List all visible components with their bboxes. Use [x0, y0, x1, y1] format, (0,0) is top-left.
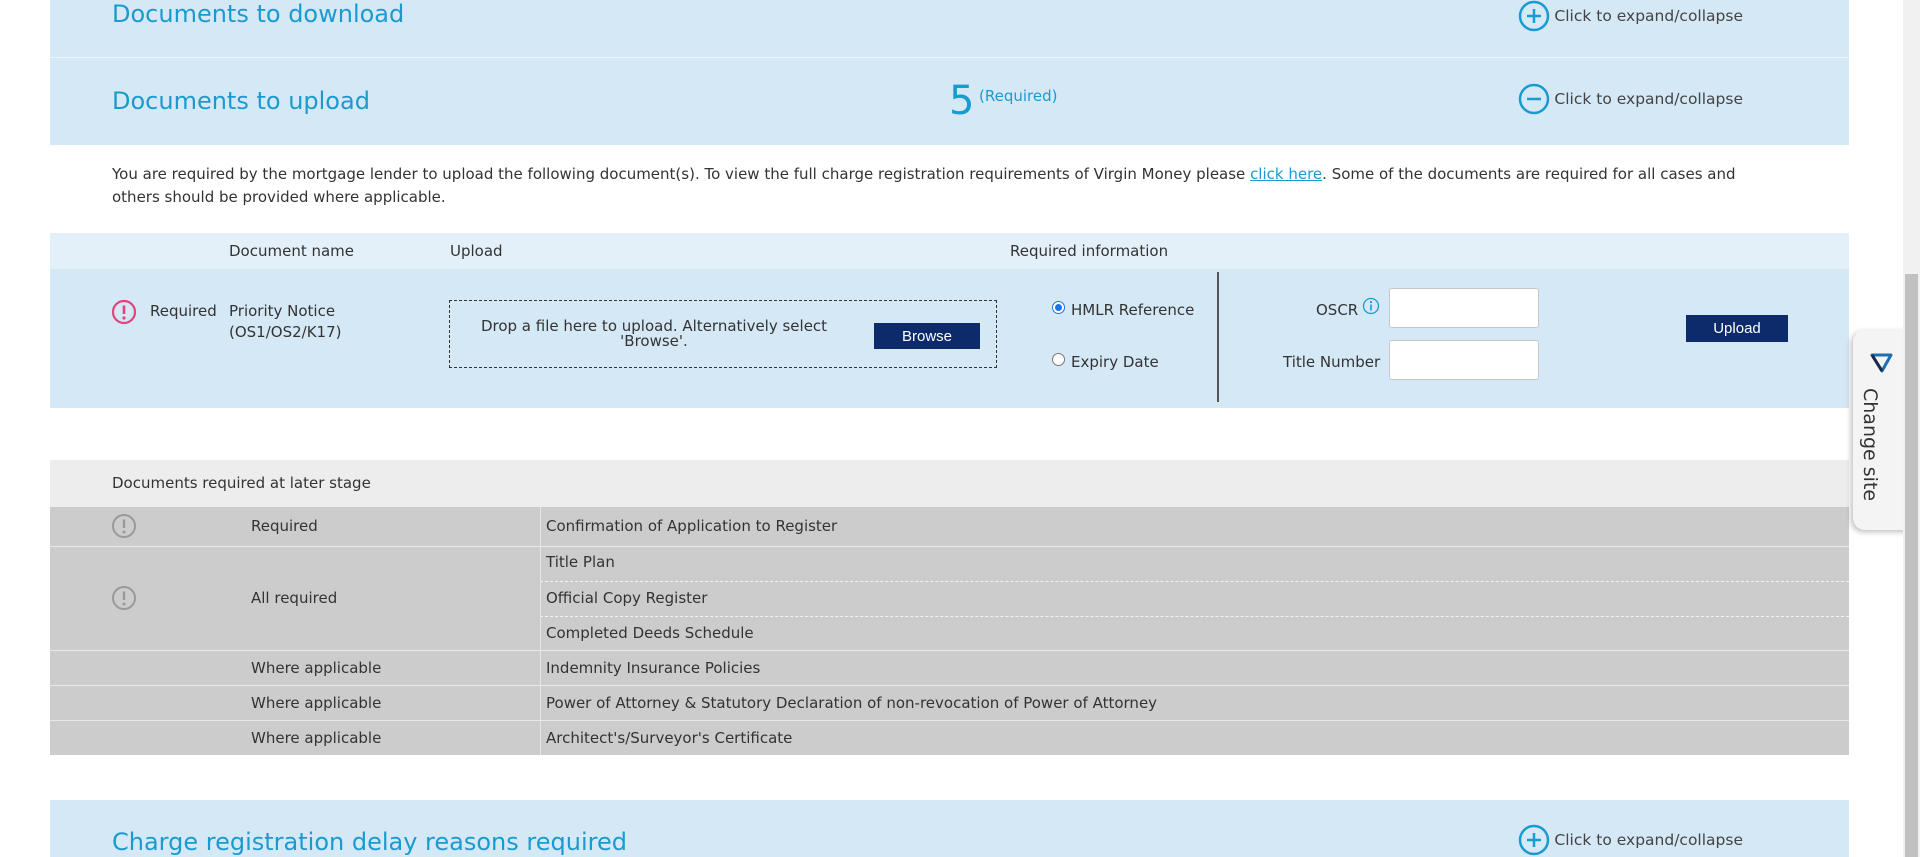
col-upload: Upload [450, 242, 503, 260]
later-row-status: Required [251, 517, 318, 535]
upload-expand-toggle[interactable]: Click to expand/collapse [1518, 83, 1743, 115]
minus-circle-icon [1519, 83, 1550, 115]
dropzone-text-line2: 'Browse'. [620, 332, 688, 350]
required-count: 5 [949, 78, 975, 124]
upload-button[interactable]: Upload [1686, 315, 1788, 342]
later-row-document: Architect's/Surveyor's Certificate [546, 729, 793, 747]
scrollbar-thumb[interactable] [1905, 274, 1918, 857]
alert-icon [111, 299, 137, 325]
file-dropzone[interactable]: Drop a file here to upload. Alternativel… [449, 300, 997, 368]
later-stage-row: Where applicable Indemnity Insurance Pol… [50, 651, 1849, 685]
upload-intro-text: You are required by the mortgage lender … [112, 163, 1772, 209]
row-subdivider [540, 581, 1849, 582]
upload-section-title: Documents to upload [112, 87, 370, 115]
site-logo-icon [1870, 353, 1893, 373]
col-document-name: Document name [229, 242, 355, 260]
required-count-label: (Required) [979, 87, 1058, 105]
delay-section-header[interactable]: Charge registration delay reasons requir… [50, 800, 1849, 857]
upload-table-row: Required Priority Notice (OS1/OS2/K17) D… [50, 269, 1849, 408]
later-stage-table: Required Confirmation of Application to … [50, 507, 1849, 755]
col-required-info: Required information [1010, 242, 1169, 260]
delay-expand-label: Click to expand/collapse [1554, 831, 1743, 849]
delay-section-title: Charge registration delay reasons requir… [112, 828, 627, 856]
hmlr-reference-label[interactable]: HMLR Reference [1071, 301, 1194, 319]
download-section-header[interactable]: Documents to download Click to expand/co… [50, 0, 1849, 57]
oscr-label: OSCR [1316, 301, 1359, 319]
info-icon[interactable] [1362, 297, 1380, 315]
later-row-status: Where applicable [251, 694, 382, 712]
browse-button[interactable]: Browse [874, 323, 980, 349]
click-here-link[interactable]: click here [1250, 165, 1322, 183]
later-row-status: Where applicable [251, 659, 382, 677]
later-row-document: Indemnity Insurance Policies [546, 659, 761, 677]
title-number-label: Title Number [1283, 353, 1381, 371]
hmlr-reference-radio[interactable] [1052, 301, 1065, 314]
later-row-status: All required [251, 589, 338, 607]
vertical-separator [1217, 272, 1219, 402]
doc-name-line2: (OS1/OS2/K17) [229, 323, 342, 341]
upload-table-header: Document name Upload Required informatio… [50, 233, 1849, 269]
plus-circle-icon [1519, 0, 1550, 32]
upload-section-header[interactable]: Documents to upload 5 (Required) Click t… [50, 58, 1849, 145]
row-subdivider [540, 616, 1849, 617]
later-row-document: Power of Attorney & Statutory Declaratio… [546, 694, 1158, 712]
upload-expand-label: Click to expand/collapse [1554, 90, 1743, 108]
page: Documents to download Click to expand/co… [0, 0, 1920, 857]
later-row-status: Where applicable [251, 729, 382, 747]
oscr-input[interactable] [1389, 288, 1539, 328]
later-row-document: Completed Deeds Schedule [546, 624, 754, 642]
later-stage-header: Documents required at later stage [50, 460, 1849, 507]
download-expand-label: Click to expand/collapse [1554, 7, 1743, 25]
dropzone-text: Drop a file here to upload. Alternativel… [474, 319, 834, 349]
later-row-document: Official Copy Register [546, 589, 708, 607]
alert-icon [112, 514, 136, 538]
title-number-input[interactable] [1389, 340, 1539, 380]
alert-icon [112, 586, 136, 610]
intro-text-before: You are required by the mortgage lender … [112, 165, 1251, 183]
later-stage-row: Where applicable Power of Attorney & Sta… [50, 686, 1849, 720]
plus-circle-icon [1519, 824, 1550, 856]
later-stage-row: Where applicable Architect's/Surveyor's … [50, 721, 1849, 755]
download-expand-toggle[interactable]: Click to expand/collapse [1518, 0, 1743, 32]
delay-expand-toggle[interactable]: Click to expand/collapse [1518, 824, 1743, 856]
later-row-document: Confirmation of Application to Register [546, 517, 838, 535]
change-site-label[interactable]: Change site [1859, 388, 1881, 501]
later-stage-row: All required Title Plan Official Copy Re… [50, 547, 1849, 650]
column-divider [540, 507, 541, 755]
later-stage-heading: Documents required at later stage [112, 474, 371, 492]
expiry-date-radio[interactable] [1052, 353, 1065, 366]
later-stage-row: Required Confirmation of Application to … [50, 507, 1849, 546]
expiry-date-label[interactable]: Expiry Date [1071, 353, 1159, 371]
doc-name-line1: Priority Notice [229, 302, 336, 320]
download-section-title: Documents to download [112, 0, 405, 28]
later-row-document: Title Plan [546, 553, 615, 571]
row-status: Required [150, 302, 217, 320]
